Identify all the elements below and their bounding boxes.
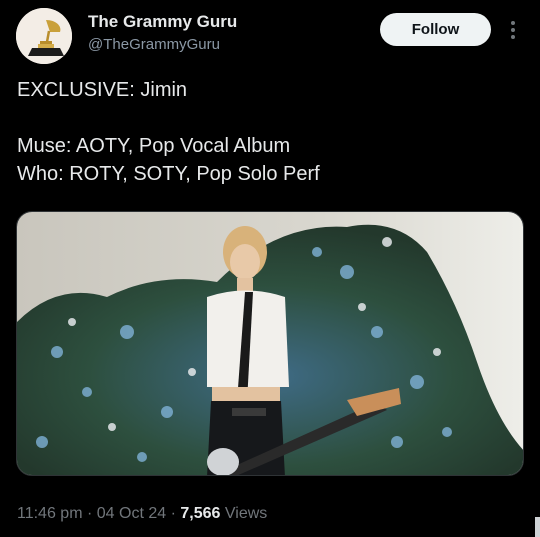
tweet-date[interactable]: 04 Oct 24 [97,505,166,522]
tweet-text: EXCLUSIVE: Jimin Muse: AOTY, Pop Vocal A… [17,76,517,188]
views-count: 7,566 [180,505,221,522]
author-display-name[interactable]: The Grammy Guru [88,12,237,32]
more-vertical-icon[interactable] [505,20,521,40]
tweet-line: Muse: AOTY, Pop Vocal Album [17,135,291,157]
follow-button[interactable]: Follow [380,13,491,46]
meta-separator: · [170,505,176,522]
author-avatar[interactable] [16,8,72,64]
tweet-line: EXCLUSIVE: Jimin [17,79,188,101]
tweet-time[interactable]: 11:46 pm [17,505,83,522]
views-label: Views [224,505,268,522]
grammy-gramophone-icon [16,8,72,64]
author-handle[interactable]: @TheGrammyGuru [88,36,220,53]
photo-illustration [17,212,523,475]
meta-separator: · [86,505,93,522]
scrollbar-thumb[interactable] [535,517,540,537]
tweet-line: Who: ROTY, SOTY, Pop Solo Perf [17,163,320,185]
tweet-photo[interactable] [16,211,524,476]
tweet-meta: 11:46 pm · 04 Oct 24 · 7,566 Views [17,505,267,523]
